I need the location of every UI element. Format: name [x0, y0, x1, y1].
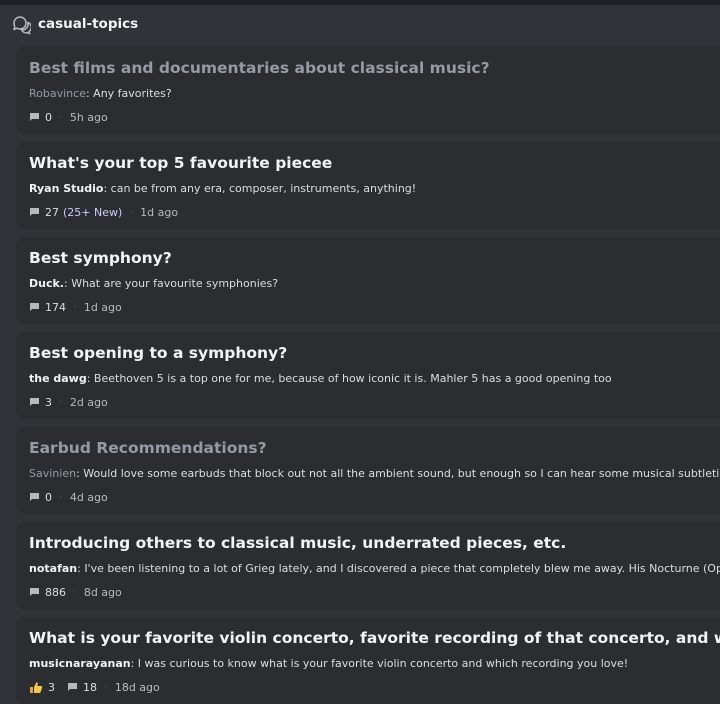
post-preview: Robavince: Any favorites?: [29, 87, 172, 100]
post-author: notafan: [29, 562, 78, 575]
post-meta: 0 · 4d ago: [29, 490, 108, 504]
separator-dot: ·: [59, 110, 63, 124]
message-count: 18: [83, 680, 97, 694]
post-card[interactable]: What's your top 5 favourite piecee Ryan …: [16, 142, 720, 229]
post-preview-text: What are your favourite symphonies?: [71, 277, 279, 290]
message-count: 174: [45, 300, 66, 314]
post-title[interactable]: Introducing others to classical music, u…: [29, 534, 566, 552]
post-preview: Savinien: Would love some earbuds that b…: [29, 467, 720, 480]
post-title[interactable]: Best opening to a symphony?: [29, 344, 287, 362]
post-preview: the dawg: Beethoven 5 is a top one for m…: [29, 372, 612, 385]
post-preview-text: Would love some earbuds that block out n…: [83, 467, 720, 480]
post-preview-text: I've been listening to a lot of Grieg la…: [84, 562, 720, 575]
post-time: 18d ago: [114, 680, 160, 694]
message-icon: [30, 398, 39, 406]
message-count: 0: [45, 110, 52, 124]
message-count: 3: [45, 395, 52, 409]
separator-dot: ·: [59, 395, 63, 409]
thumbs-up-icon: [30, 681, 43, 693]
separator-dot: ·: [104, 680, 108, 694]
post-time: 1d ago: [140, 205, 179, 219]
post-preview-text: Beethoven 5 is a top one for me, because…: [93, 372, 612, 385]
post-author: Savinien: [29, 467, 77, 480]
forum-icon: [13, 16, 31, 35]
post-title[interactable]: Best films and documentaries about class…: [29, 59, 490, 77]
post-preview-text: I was curious to know what is your favor…: [137, 657, 629, 670]
post-time: 4d ago: [69, 490, 108, 504]
post-preview-text: can be from any era, composer, instrumen…: [110, 182, 417, 195]
post-card[interactable]: Introducing others to classical music, u…: [16, 522, 720, 609]
post-author: Duck.: [29, 277, 64, 290]
message-icon: [68, 683, 77, 691]
new-messages-badge: (25+ New): [63, 205, 123, 219]
message-icon: [30, 113, 39, 121]
post-card[interactable]: Best films and documentaries about class…: [16, 47, 720, 134]
post-preview: Ryan Studio: can be from any era, compos…: [29, 182, 417, 195]
post-preview: notafan: I've been listening to a lot of…: [29, 562, 720, 575]
post-time: 1d ago: [83, 300, 122, 314]
channel-header: casual-topics: [0, 5, 720, 45]
post-meta: 3 18 · 18d ago: [29, 680, 160, 694]
post-time: 5h ago: [69, 110, 108, 124]
message-icon: [30, 303, 39, 311]
post-card[interactable]: Best symphony? Duck.: What are your favo…: [16, 237, 720, 324]
post-author: Ryan Studio: [29, 182, 104, 195]
post-preview: musicnarayanan: I was curious to know wh…: [29, 657, 629, 670]
message-count: 886: [45, 585, 66, 599]
separator-dot: ·: [129, 205, 134, 219]
post-title[interactable]: What's your top 5 favourite piecee: [29, 154, 332, 172]
post-meta: 3 · 2d ago: [29, 395, 108, 409]
message-icon: [30, 588, 39, 596]
post-title[interactable]: What is your favorite violin concerto, f…: [29, 629, 720, 647]
post-meta: 174 · 1d ago: [29, 300, 122, 314]
post-time: 8d ago: [83, 585, 122, 599]
separator-dot: ·: [73, 585, 77, 599]
reaction-thumbs-up[interactable]: 3: [29, 681, 55, 694]
post-preview: Duck.: What are your favourite symphonie…: [29, 277, 279, 290]
post-meta: 0 · 5h ago: [29, 110, 108, 124]
post-author: the dawg: [29, 372, 87, 385]
message-count: 27: [45, 205, 59, 219]
post-time: 2d ago: [69, 395, 108, 409]
message-icon: [30, 208, 39, 216]
channel-name: casual-topics: [38, 16, 139, 32]
post-meta: 27 (25+ New) · 1d ago: [29, 205, 178, 219]
post-preview-text: Any favorites?: [93, 87, 172, 100]
post-meta: 886 · 8d ago: [29, 585, 122, 599]
post-title[interactable]: Earbud Recommendations?: [29, 439, 267, 457]
post-author: Robavince: [29, 87, 86, 100]
post-card[interactable]: Earbud Recommendations? Savinien: Would …: [16, 427, 720, 514]
post-author: musicnarayanan: [29, 657, 131, 670]
separator-dot: ·: [59, 490, 63, 504]
post-title[interactable]: Best symphony?: [29, 249, 172, 267]
post-card[interactable]: Best opening to a symphony? the dawg: Be…: [16, 332, 720, 419]
post-card[interactable]: What is your favorite violin concerto, f…: [16, 617, 720, 704]
separator-dot: ·: [73, 300, 77, 314]
reaction-count: 3: [48, 680, 55, 694]
message-icon: [30, 493, 39, 501]
message-count: 0: [45, 490, 52, 504]
